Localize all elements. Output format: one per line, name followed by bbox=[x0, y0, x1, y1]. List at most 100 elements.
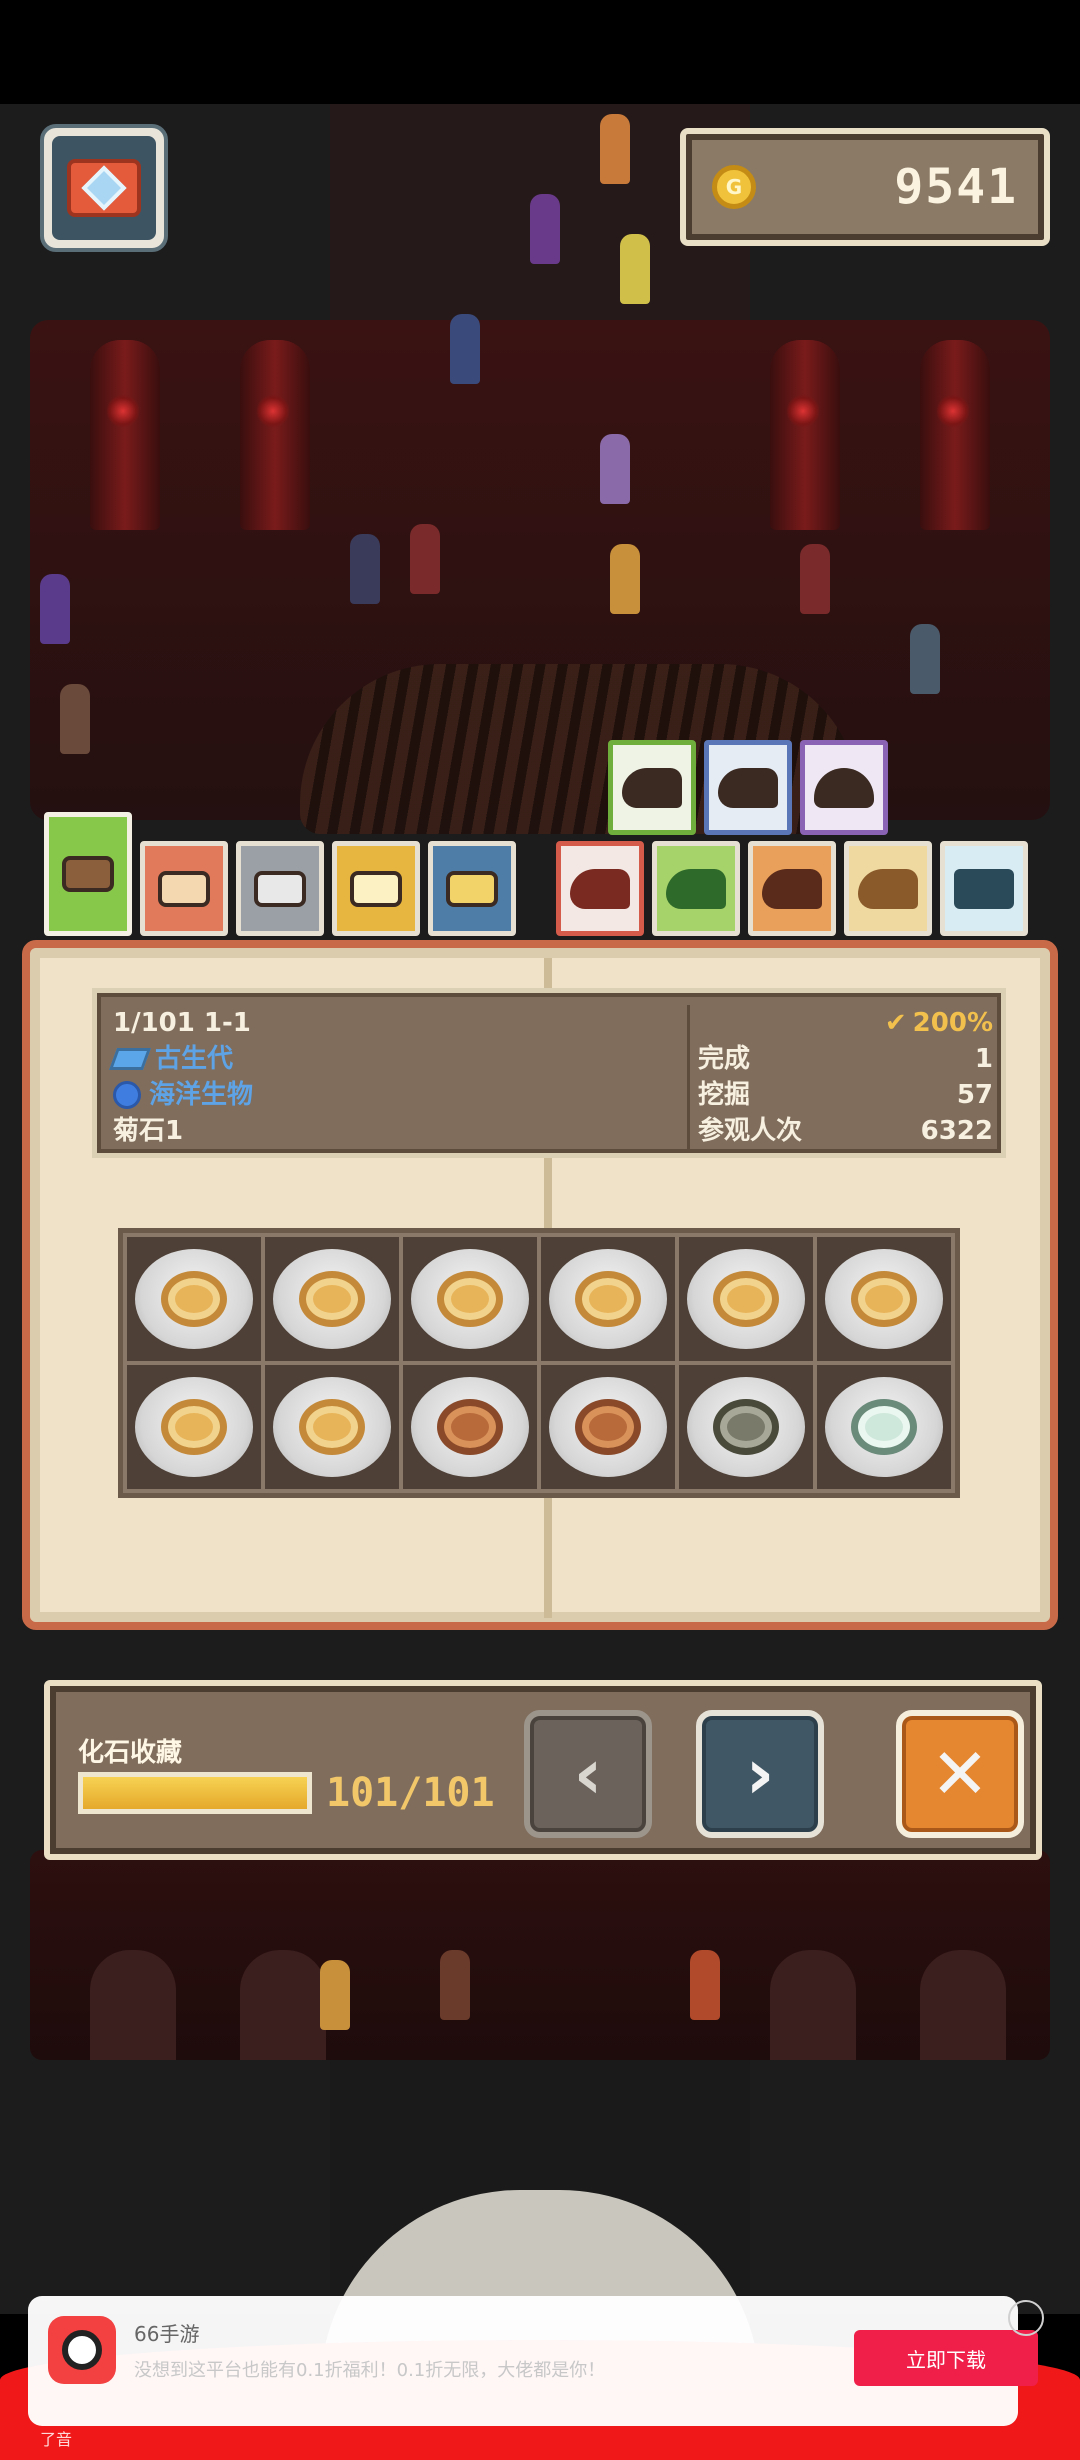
close-button[interactable]: ✕ bbox=[896, 1710, 1024, 1838]
fossil-group: 海洋生物 bbox=[113, 1077, 253, 1113]
tab-stego-orange[interactable] bbox=[748, 841, 836, 936]
curtain bbox=[770, 340, 840, 530]
era-label: 古生代 bbox=[155, 1044, 234, 1074]
crate-icon bbox=[62, 856, 114, 892]
next-page-button[interactable]: › bbox=[696, 1710, 824, 1838]
fossil-stats: ✔ 200% 完成 1 挖掘 57 参观人次 6322 bbox=[687, 1005, 993, 1149]
camera-button[interactable] bbox=[40, 124, 168, 252]
visitor bbox=[610, 544, 640, 614]
fossil-slot[interactable] bbox=[541, 1237, 675, 1361]
collection-bar: 化石收藏 101/101 ‹ › ✕ bbox=[44, 1680, 1042, 1860]
collection-progress-text: 101/101 bbox=[326, 1770, 495, 1816]
box-icon bbox=[350, 870, 402, 907]
fossil-era: 古生代 bbox=[108, 1041, 253, 1077]
arch bbox=[920, 1950, 1006, 2060]
fossil-plate bbox=[273, 1377, 391, 1477]
stat-row: 挖掘 57 bbox=[698, 1077, 993, 1113]
bonus-percent-value: 200% bbox=[912, 1008, 993, 1038]
ammonite-icon bbox=[851, 1399, 917, 1455]
trex-icon bbox=[570, 868, 630, 909]
visitor bbox=[350, 534, 380, 604]
prev-page-button[interactable]: ‹ bbox=[524, 1710, 652, 1838]
ad-description: 没想到这平台也能有0.1折福利！0.1折无限，大佬都是你！ bbox=[134, 2360, 606, 2381]
box-icon bbox=[446, 870, 498, 907]
curtain bbox=[920, 340, 990, 530]
marine-icon bbox=[113, 1081, 141, 1109]
stat-value: 6322 bbox=[920, 1116, 993, 1146]
coin-value: 9541 bbox=[894, 159, 1018, 215]
fossil-plate bbox=[687, 1249, 805, 1349]
ammonite-icon bbox=[161, 1271, 227, 1327]
fossil-slot[interactable] bbox=[127, 1365, 261, 1489]
stat-row: 完成 1 bbox=[698, 1041, 993, 1077]
fossil-plate bbox=[273, 1249, 391, 1349]
ad-title: 66手游 bbox=[134, 2322, 200, 2346]
tab-box-blue[interactable] bbox=[428, 841, 516, 936]
camera-icon bbox=[67, 159, 141, 217]
fossil-info-left: 1/101 1-1 古生代 海洋生物 菊石1 bbox=[108, 1005, 253, 1149]
fossil-slot[interactable] bbox=[679, 1237, 813, 1361]
fossil-slot[interactable] bbox=[817, 1237, 951, 1361]
fossil-slot[interactable] bbox=[265, 1365, 399, 1489]
ad-download-button[interactable]: 立即下载 bbox=[854, 2330, 1038, 2386]
visitor bbox=[440, 1950, 470, 2020]
raptor-icon bbox=[622, 767, 682, 808]
pteranodon-icon bbox=[858, 868, 918, 909]
lamp bbox=[256, 394, 290, 428]
visitor bbox=[60, 684, 90, 754]
tab-pteranodon[interactable] bbox=[844, 841, 932, 936]
tab-box-red[interactable] bbox=[140, 841, 228, 936]
tab-trex[interactable] bbox=[556, 841, 644, 936]
fossil-index: 1/101 1-1 bbox=[113, 1008, 251, 1038]
ad-close-icon[interactable] bbox=[1008, 2300, 1044, 2336]
visitor bbox=[910, 624, 940, 694]
mammoth-icon bbox=[814, 767, 874, 808]
ad-app-icon bbox=[48, 2316, 116, 2384]
lower-exhibit-wall bbox=[30, 1850, 1050, 2060]
stat-value: 1 bbox=[974, 1044, 993, 1074]
ammonite-icon bbox=[299, 1271, 365, 1327]
ad-footer: 了音 bbox=[40, 2430, 73, 2449]
stat-label: 参观人次 bbox=[698, 1116, 803, 1146]
tab-crate[interactable] bbox=[44, 812, 132, 936]
curtain bbox=[240, 340, 310, 530]
visitor bbox=[410, 524, 440, 594]
fossil-slot[interactable] bbox=[403, 1365, 537, 1489]
box-icon bbox=[158, 870, 210, 907]
fossil-slot[interactable] bbox=[127, 1237, 261, 1361]
ammonite-icon bbox=[299, 1399, 365, 1455]
arch bbox=[770, 1950, 856, 2060]
fossil-info-panel: 1/101 1-1 古生代 海洋生物 菊石1 ✔ 200% 完成 1 挖掘 57… bbox=[92, 988, 1006, 1158]
stat-label: 挖掘 bbox=[698, 1080, 751, 1110]
visitor bbox=[450, 314, 480, 384]
fossil-plate bbox=[549, 1249, 667, 1349]
fossil-slot[interactable] bbox=[403, 1237, 537, 1361]
ammonite-icon bbox=[713, 1399, 779, 1455]
arch bbox=[90, 1950, 176, 2060]
stat-label: 完成 bbox=[698, 1044, 751, 1074]
fossil-slot[interactable] bbox=[541, 1365, 675, 1489]
visitor bbox=[40, 574, 70, 644]
tab-box-gray[interactable] bbox=[236, 841, 324, 936]
fossil-plate bbox=[411, 1377, 529, 1477]
ammonite-icon bbox=[437, 1399, 503, 1455]
ammonite-icon bbox=[161, 1399, 227, 1455]
fossil-slot[interactable] bbox=[817, 1365, 951, 1489]
tab-palm[interactable] bbox=[940, 841, 1028, 936]
box-icon bbox=[254, 870, 306, 907]
fossil-slot[interactable] bbox=[265, 1237, 399, 1361]
ad-banner[interactable]: 66手游 没想到这平台也能有0.1折福利！0.1折无限，大佬都是你！ 立即下载 bbox=[28, 2296, 1038, 2426]
tab-box-gold[interactable] bbox=[332, 841, 420, 936]
fossil-slot[interactable] bbox=[679, 1365, 813, 1489]
fossil-name: 菊石1 bbox=[113, 1116, 184, 1146]
visitor bbox=[600, 434, 630, 504]
game-screen: G 9541 1/101 1-1 古生代 海洋生物 菊石1 ✔ 200% 完成 … bbox=[0, 0, 1080, 2460]
ammonite-icon bbox=[575, 1399, 641, 1455]
curtain bbox=[90, 340, 160, 530]
stegosaurus-icon bbox=[762, 868, 822, 909]
fossil-plate bbox=[135, 1377, 253, 1477]
tab-stego-green[interactable] bbox=[652, 841, 740, 936]
ammonite-icon bbox=[851, 1271, 917, 1327]
lamp bbox=[936, 394, 970, 428]
camera-icon-frame bbox=[52, 136, 156, 240]
